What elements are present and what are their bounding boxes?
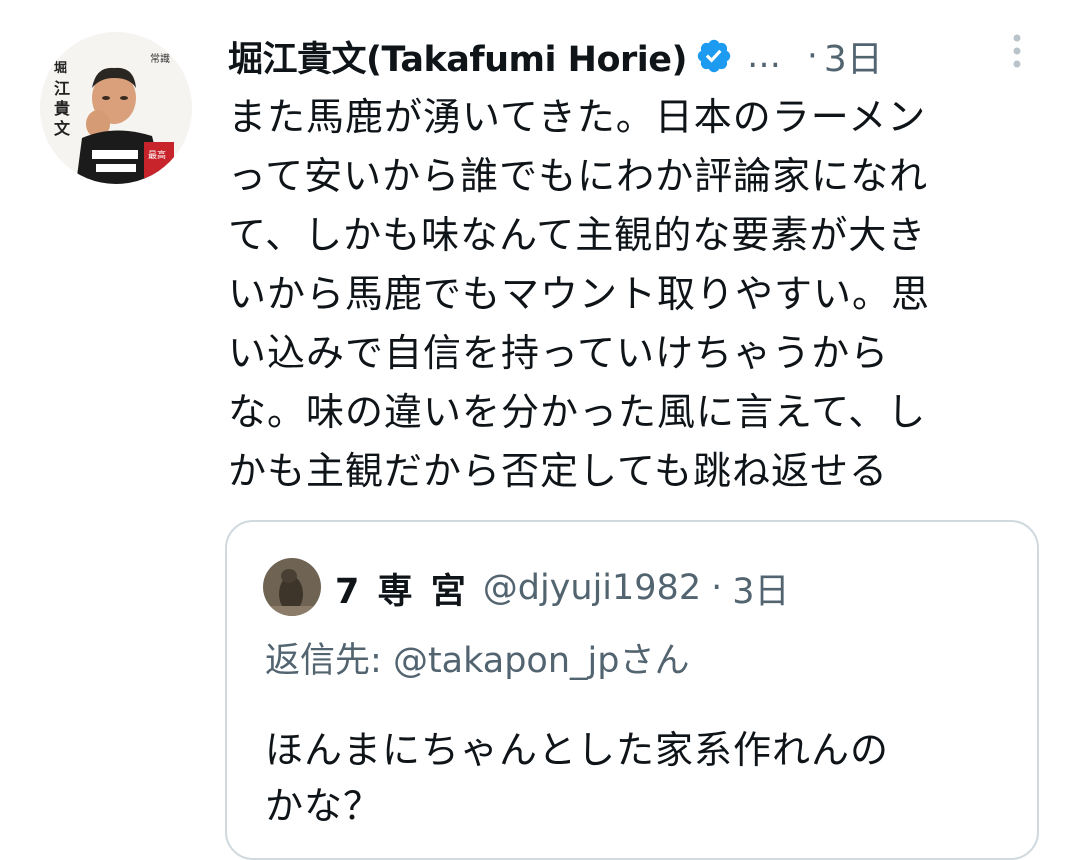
quoted-text-line: ほんまにちゃんとした家系作れんの [265,728,890,772]
svg-text:最高: 最高 [148,149,166,161]
quoted-author-handle[interactable]: @djyuji1982 [483,568,701,608]
more-vertical-icon[interactable] [1000,30,1034,74]
reply-context: 返信先: @takapon_jpさん [265,632,689,683]
tweet-text-line: って安いから誰でもにわか評論家になれ [228,154,929,198]
quoted-tweet-card[interactable]: 7 専 宮 @djyuji1982 · 3日 返信先: @takapon_jpさ… [225,520,1039,860]
verified-badge-icon [695,37,733,75]
header-separator: · [807,36,818,76]
tweet-text-line: いから馬鹿でもマウント取りやすい。思 [228,272,931,316]
quoted-tweet-header: 7 専 宮 @djyuji1982 · 3日 [335,560,790,616]
name-overflow-ellipsis: … [747,36,781,76]
tweet-header: 堀江貴文(Takafumi Horie) … · 3日 [228,28,1038,84]
quoted-author-name[interactable]: 7 専 宮 [335,563,469,614]
reply-prefix: 返信先: [265,641,382,681]
svg-text:常識: 常識 [150,52,170,65]
author-name[interactable]: 堀江貴文(Takafumi Horie) [228,31,688,82]
quoted-author-avatar[interactable] [263,558,321,616]
svg-text:貴: 貴 [54,99,70,118]
quoted-text-line: かな？ [265,784,383,828]
quoted-header-separator: · [711,568,723,608]
tweet-time[interactable]: 3日 [824,30,883,82]
quoted-avatar-image [263,558,321,616]
tweet-text-line: な。味の違いを分かった風に言えて、し [228,390,927,434]
tweet-text: また馬鹿が湧いてきた。日本のラーメン って安いから誰でもにわか評論家になれ て、… [228,88,1043,501]
tweet-text-line: て、しかも味なんて主観的な要素が大き [228,213,927,257]
tweet-text-line: い込みで自信を持っていけちゃうから [228,331,890,375]
quoted-tweet-time[interactable]: 3日 [732,563,789,614]
avatar-image: 堀 江 貴 文 常識 最高 [40,32,192,184]
svg-text:文: 文 [54,119,71,138]
svg-text:堀: 堀 [54,61,67,76]
tweet-text-line: また馬鹿が湧いてきた。日本のラーメン [228,95,927,139]
reply-mention-link[interactable]: @takapon_jpさん [393,641,690,681]
tweet-text-line: かも主観だから否定しても跳ね返せる [228,449,888,493]
author-avatar[interactable]: 堀 江 貴 文 常識 最高 [40,32,192,184]
svg-text:江: 江 [54,79,70,98]
quoted-tweet-text: ほんまにちゃんとした家系作れんの かな？ [265,722,1025,834]
